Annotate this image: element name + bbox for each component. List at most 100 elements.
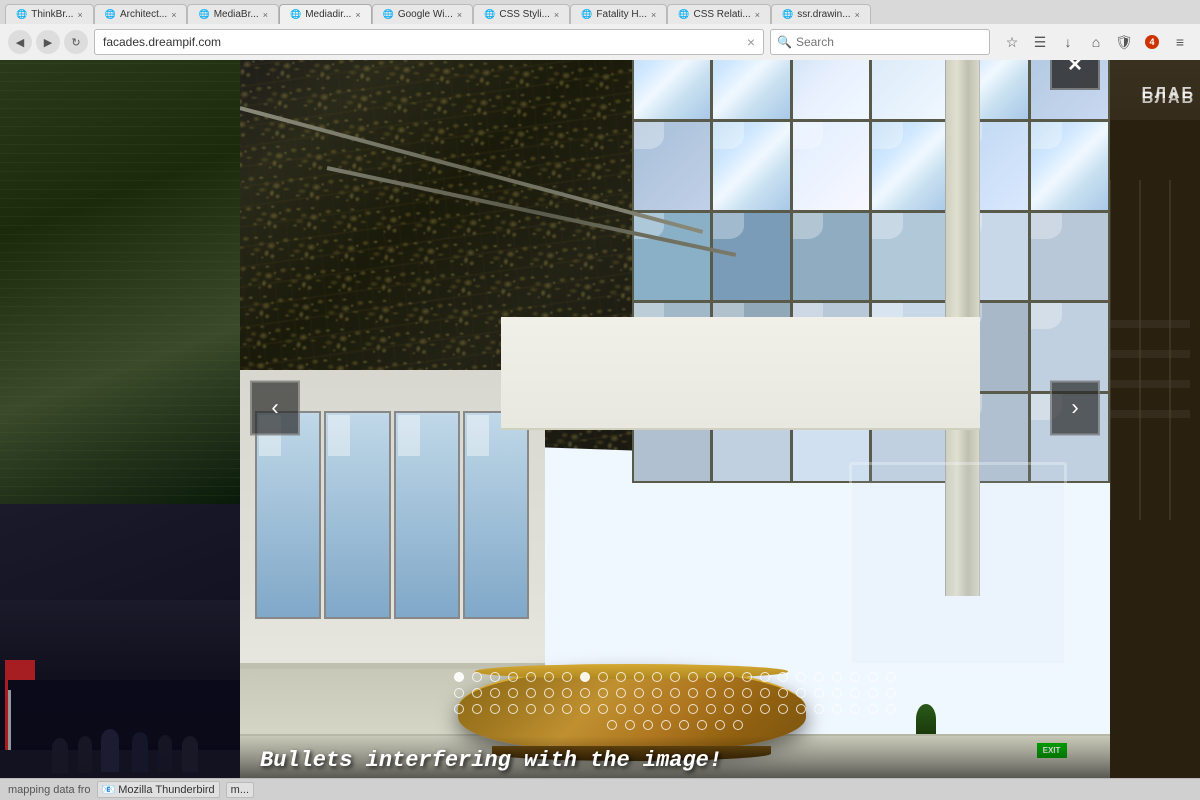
dot[interactable] xyxy=(796,688,806,698)
dot[interactable] xyxy=(886,688,896,698)
dot[interactable] xyxy=(508,672,518,682)
dot[interactable] xyxy=(868,672,878,682)
dot[interactable] xyxy=(661,720,671,730)
dot[interactable] xyxy=(598,672,608,682)
dot[interactable] xyxy=(508,688,518,698)
dot[interactable] xyxy=(697,720,707,730)
dot[interactable] xyxy=(634,704,644,714)
tab-close-7[interactable]: × xyxy=(651,10,656,20)
search-input[interactable] xyxy=(796,35,983,49)
dot[interactable] xyxy=(724,688,734,698)
tab-5[interactable]: 🌐 Google Wi... × xyxy=(372,4,474,24)
tab-close-5[interactable]: × xyxy=(457,10,462,20)
dot[interactable] xyxy=(616,672,626,682)
dot[interactable] xyxy=(472,672,482,682)
dot[interactable] xyxy=(868,688,878,698)
dot[interactable] xyxy=(850,704,860,714)
dot[interactable] xyxy=(778,704,788,714)
dot-active[interactable] xyxy=(580,672,590,682)
menu-icon[interactable]: ≡ xyxy=(1168,30,1192,54)
dot[interactable] xyxy=(814,704,824,714)
dot[interactable] xyxy=(688,688,698,698)
tab-7[interactable]: 🌐 Fatality H... × xyxy=(570,4,667,24)
dot[interactable] xyxy=(832,704,842,714)
dot[interactable] xyxy=(778,672,788,682)
dot[interactable] xyxy=(508,704,518,714)
dot[interactable] xyxy=(724,672,734,682)
dot[interactable] xyxy=(733,720,743,730)
tab-close-3[interactable]: × xyxy=(263,10,268,20)
dot[interactable] xyxy=(472,688,482,698)
dot[interactable] xyxy=(490,704,500,714)
star-icon[interactable]: ☆ xyxy=(1000,30,1024,54)
dot[interactable] xyxy=(544,704,554,714)
lightbox-prev-button[interactable]: ‹ xyxy=(250,380,300,435)
dot[interactable] xyxy=(580,704,590,714)
dot[interactable] xyxy=(670,704,680,714)
dot[interactable] xyxy=(850,672,860,682)
tab-close-2[interactable]: × xyxy=(171,10,176,20)
dot[interactable] xyxy=(634,688,644,698)
dot[interactable] xyxy=(886,704,896,714)
shield-icon[interactable]: 🛡 xyxy=(1112,30,1136,54)
dot[interactable] xyxy=(742,704,752,714)
tab-6[interactable]: 🌐 CSS Styli... × xyxy=(473,4,570,24)
tab-close-4[interactable]: × xyxy=(355,10,360,20)
dot[interactable] xyxy=(688,704,698,714)
search-bar[interactable]: 🔍 xyxy=(770,29,990,55)
dot[interactable] xyxy=(562,688,572,698)
dot[interactable] xyxy=(742,672,752,682)
dot[interactable] xyxy=(580,688,590,698)
dot[interactable] xyxy=(454,704,464,714)
download-icon[interactable]: ↓ xyxy=(1056,30,1080,54)
dot[interactable] xyxy=(706,672,716,682)
dot[interactable] xyxy=(814,688,824,698)
home-icon[interactable]: ⌂ xyxy=(1084,30,1108,54)
dot[interactable] xyxy=(472,704,482,714)
dot[interactable] xyxy=(679,720,689,730)
dot[interactable] xyxy=(706,688,716,698)
dot[interactable] xyxy=(634,672,644,682)
dot[interactable] xyxy=(607,720,617,730)
dot[interactable] xyxy=(850,688,860,698)
dot[interactable] xyxy=(490,688,500,698)
tab-4[interactable]: 🌐 Mediadir... × xyxy=(279,4,372,24)
dot[interactable] xyxy=(652,688,662,698)
dot[interactable] xyxy=(544,672,554,682)
status-item-thunderbird[interactable]: 📧 Mozilla Thunderbird xyxy=(97,781,220,798)
refresh-button[interactable]: ↻ xyxy=(64,30,88,54)
dot[interactable] xyxy=(526,688,536,698)
dot[interactable] xyxy=(643,720,653,730)
dot[interactable] xyxy=(886,672,896,682)
forward-button[interactable]: ▶ xyxy=(36,30,60,54)
dot[interactable] xyxy=(796,704,806,714)
dot[interactable] xyxy=(760,704,770,714)
dot[interactable] xyxy=(670,688,680,698)
puzzle-icon[interactable]: 4 xyxy=(1140,30,1164,54)
dot[interactable] xyxy=(562,672,572,682)
dot[interactable] xyxy=(598,688,608,698)
bookmarks-icon[interactable]: ☰ xyxy=(1028,30,1052,54)
dot[interactable] xyxy=(715,720,725,730)
status-item-2[interactable]: m... xyxy=(226,782,254,798)
tab-close-9[interactable]: × xyxy=(855,10,860,20)
lightbox-next-button[interactable]: › xyxy=(1050,380,1100,435)
dot[interactable] xyxy=(760,688,770,698)
url-bar[interactable]: facades.dreampif.com × xyxy=(94,29,764,55)
tab-2[interactable]: 🌐 Architect... × xyxy=(94,4,188,24)
dot[interactable] xyxy=(562,704,572,714)
dot[interactable] xyxy=(706,704,716,714)
dot[interactable] xyxy=(526,672,536,682)
dot[interactable] xyxy=(688,672,698,682)
dot[interactable] xyxy=(832,688,842,698)
tab-close-8[interactable]: × xyxy=(755,10,760,20)
dot[interactable] xyxy=(868,704,878,714)
dot-active[interactable] xyxy=(454,672,464,682)
dot[interactable] xyxy=(724,704,734,714)
tab-8[interactable]: 🌐 CSS Relati... × xyxy=(667,4,771,24)
tab-close-6[interactable]: × xyxy=(554,10,559,20)
dot[interactable] xyxy=(490,672,500,682)
dot[interactable] xyxy=(625,720,635,730)
dot[interactable] xyxy=(760,672,770,682)
dot[interactable] xyxy=(796,672,806,682)
